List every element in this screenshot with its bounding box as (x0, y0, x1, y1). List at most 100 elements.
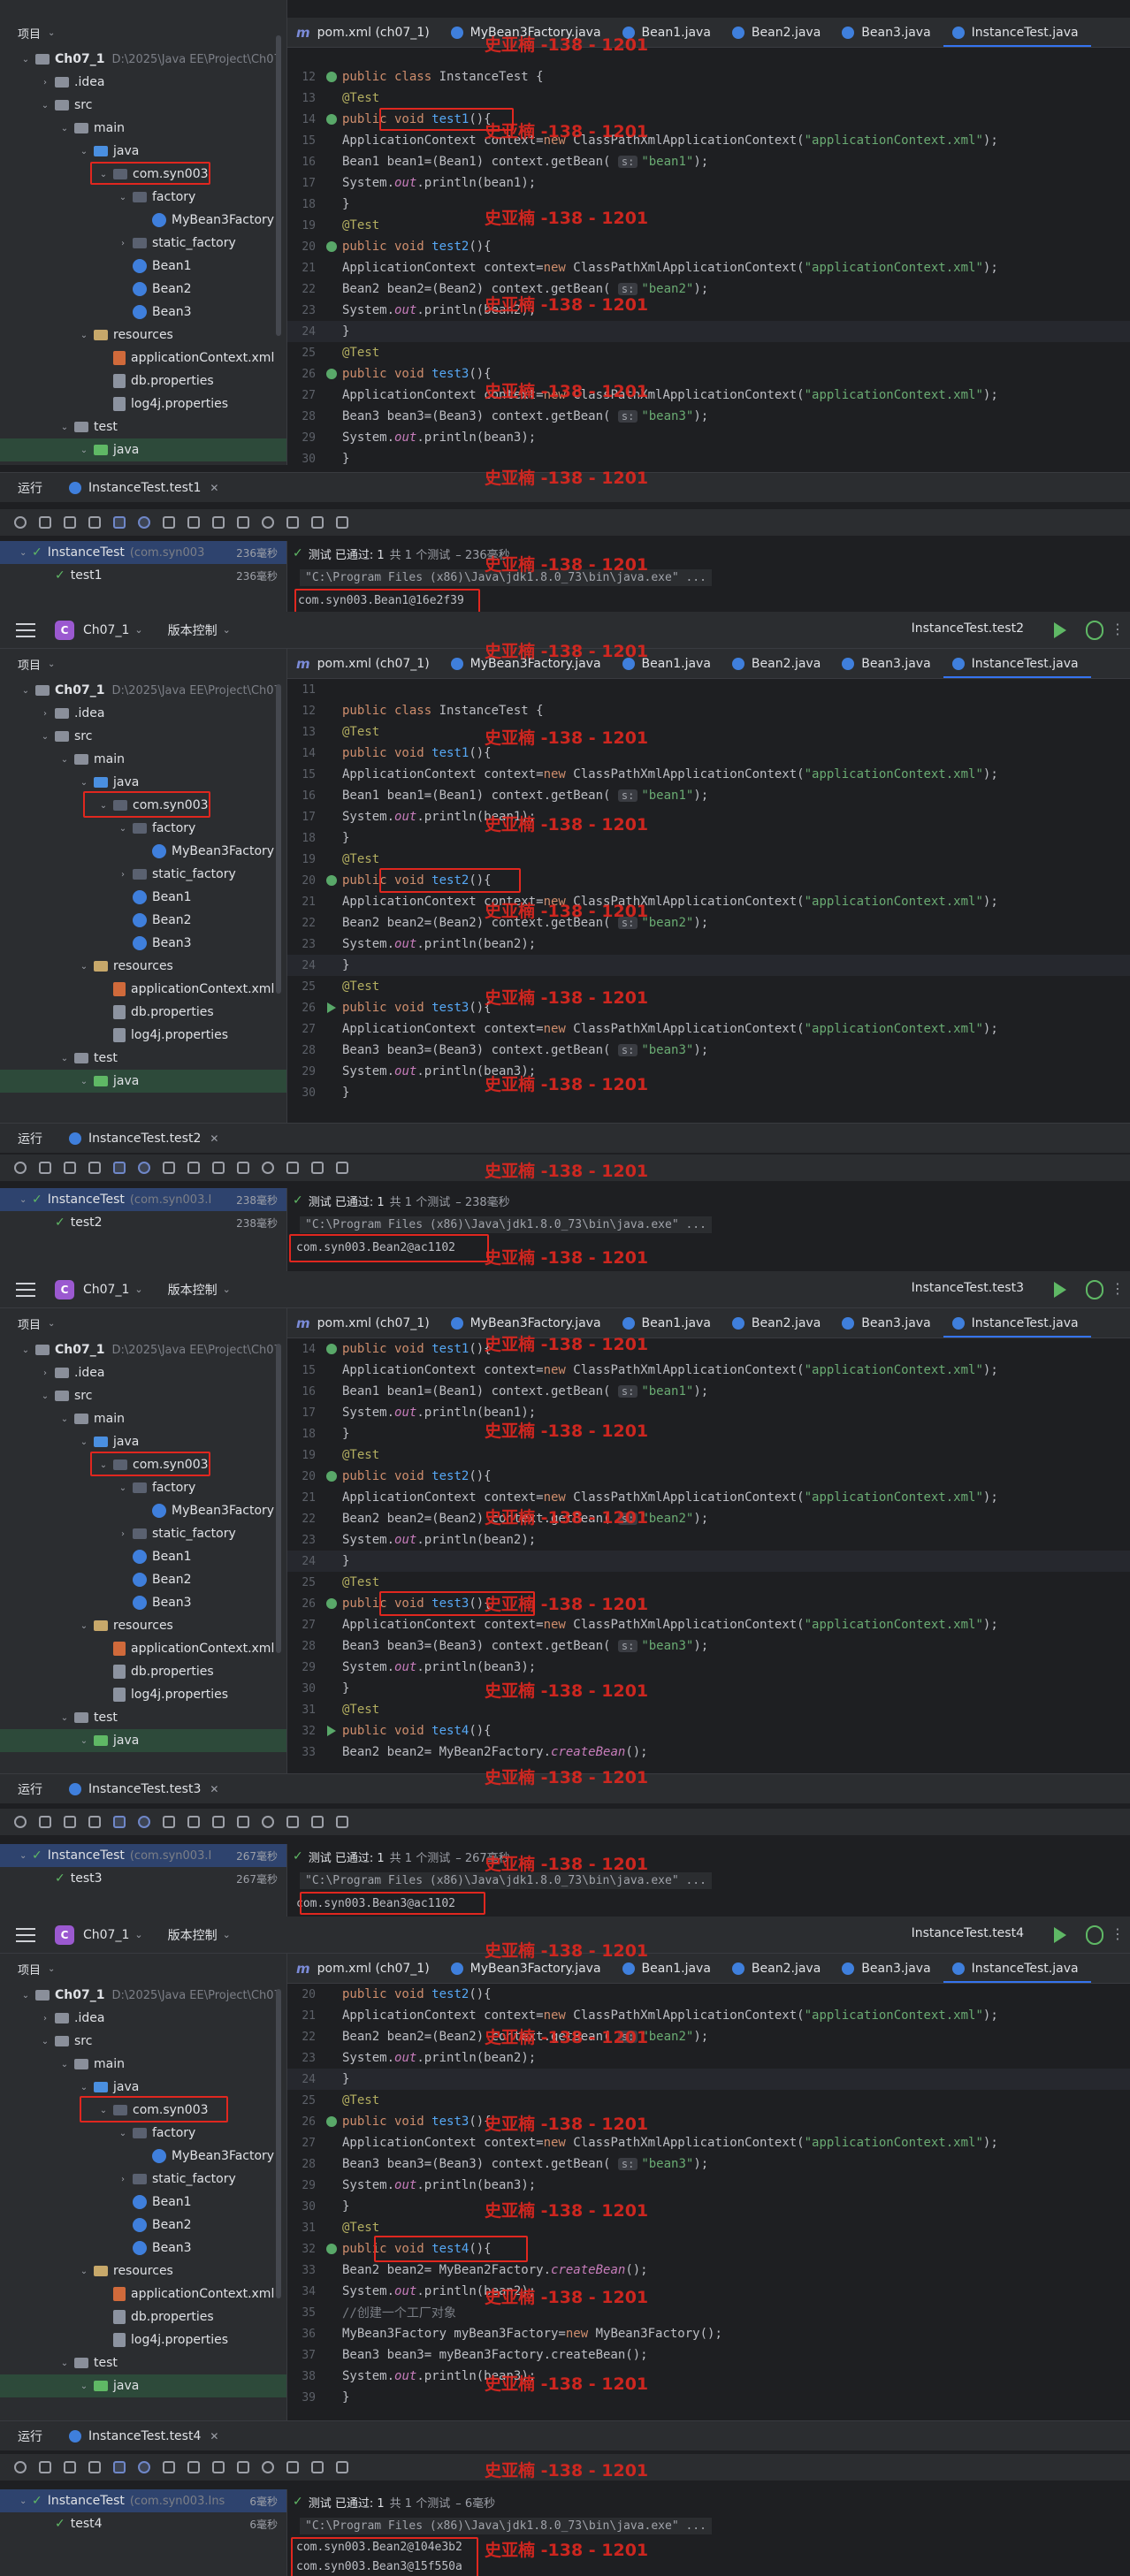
toggle-auto-test-icon[interactable] (64, 2461, 76, 2473)
run-test-gutter-icon[interactable] (327, 1002, 336, 1013)
show-ignored-icon[interactable] (138, 2461, 150, 2473)
tree-item-src[interactable]: ⌄ src (0, 1384, 286, 1407)
code-editor[interactable]: 12 public class InstanceTest { 13 @Test … (287, 66, 1130, 465)
project-panel-header[interactable]: 项目 ⌄ (0, 1308, 286, 1338)
collapse-all-icon[interactable] (237, 516, 249, 529)
tab-instancetest[interactable]: InstanceTest.java (943, 18, 1091, 47)
project-panel-header[interactable]: 项目 ⌄ (0, 649, 286, 679)
tree-item-appcontext[interactable]: applicationContext.xml (0, 2283, 286, 2305)
tree-item-factory[interactable]: ⌄ factory (0, 1476, 286, 1499)
tree-item-src[interactable]: ⌄ src (0, 2030, 286, 2053)
tree-item-java[interactable]: ⌄ java (0, 1430, 286, 1453)
tree-item-mybean3factory[interactable]: MyBean3Factory (0, 840, 286, 863)
tree-item-src[interactable]: ⌄ src (0, 94, 286, 117)
tree-item-static-factory[interactable]: › static_factory (0, 863, 286, 886)
tree-item-factory[interactable]: ⌄ factory (0, 2122, 286, 2145)
rerun-icon[interactable] (14, 1162, 27, 1174)
tab-pom[interactable]: m pom.xml (ch07_1) (287, 1308, 442, 1338)
history-icon[interactable] (286, 2461, 299, 2473)
tree-item-test-java[interactable]: ⌄ java (0, 1729, 286, 1752)
tree-item-package[interactable]: ⌄ com.syn003 (0, 162, 286, 186)
tree-item-resources[interactable]: ⌄ resources (0, 2260, 286, 2283)
show-passed-icon[interactable] (113, 1162, 126, 1174)
run-icon[interactable] (1054, 1282, 1066, 1298)
tab-bean2[interactable]: Bean2.java (723, 1308, 833, 1338)
run-tab[interactable]: InstanceTest.test3 ✕ (69, 1782, 218, 1796)
run-tab[interactable]: InstanceTest.test1 ✕ (69, 481, 218, 495)
scrollbar[interactable] (276, 35, 281, 336)
export-icon[interactable] (311, 1162, 324, 1174)
rerun-failed-icon[interactable] (39, 2461, 51, 2473)
console-output[interactable]: ✓ 测试 已通过: 1共 1 个测试 – 236毫秒 "C:\Program Fil… (287, 541, 1130, 612)
run-test-gutter-icon[interactable] (326, 875, 337, 886)
show-passed-icon[interactable] (113, 1816, 126, 1828)
toggle-auto-test-icon[interactable] (64, 516, 76, 529)
tree-item-src[interactable]: ⌄ src (0, 725, 286, 748)
tree-item-static-factory[interactable]: › static_factory (0, 232, 286, 255)
sort-icon[interactable] (163, 516, 175, 529)
tree-item-project[interactable]: ⌄ Ch07_1 D:\2025\Java EE\Project\Ch07 (0, 679, 286, 702)
more-vertical-icon[interactable]: ⋮ (1111, 621, 1125, 637)
tree-item-bean3[interactable]: Bean3 (0, 301, 286, 324)
sort-duration-icon[interactable] (187, 1816, 200, 1828)
tree-item-bean1[interactable]: Bean1 (0, 2191, 286, 2214)
run-test-gutter-icon[interactable] (326, 114, 337, 125)
tree-item-package[interactable]: ⌄ com.syn003 (0, 2096, 286, 2123)
stop-icon[interactable] (88, 2461, 101, 2473)
scrollbar[interactable] (276, 1344, 281, 1653)
run-test-gutter-icon[interactable] (326, 1344, 337, 1354)
tree-item-bean3[interactable]: Bean3 (0, 2237, 286, 2260)
console-output[interactable]: ✓ 测试 已通过: 1共 1 个测试 – 6毫秒 "C:\Program Files… (287, 2489, 1130, 2576)
export-icon[interactable] (311, 516, 324, 529)
tree-item-db-properties[interactable]: db.properties (0, 1660, 286, 1683)
test-class-row[interactable]: ⌄ ✓ InstanceTest (com.syn003 236毫秒 (0, 541, 286, 564)
run-icon[interactable] (1054, 622, 1066, 638)
tab-bean2[interactable]: Bean2.java (723, 18, 833, 47)
test-class-row[interactable]: ⌄ ✓ InstanceTest (com.syn003.I 267毫秒 (0, 1844, 286, 1867)
run-test-gutter-icon[interactable] (326, 241, 337, 252)
tree-item-static-factory[interactable]: › static_factory (0, 2168, 286, 2191)
tree-item-idea[interactable]: › .idea (0, 1361, 286, 1384)
tree-item-project[interactable]: ⌄ Ch07_1 D:\2025\Java EE\Project\Ch07 (0, 1338, 286, 1361)
scrollbar[interactable] (276, 1989, 281, 2298)
sort-icon[interactable] (163, 1162, 175, 1174)
more-vertical-icon[interactable]: ⋮ (1111, 1280, 1125, 1297)
tab-bean2[interactable]: Bean2.java (723, 1954, 833, 1983)
sort-duration-icon[interactable] (187, 516, 200, 529)
code-editor[interactable]: 14 public void test1(){ 15 ApplicationCo… (287, 1338, 1130, 1787)
rerun-icon[interactable] (14, 1816, 27, 1828)
vcs-menu[interactable]: 版本控制 (168, 1281, 218, 1299)
code-editor[interactable]: 11 12 public class InstanceTest { 13 @Te… (287, 679, 1130, 1135)
more-icon[interactable] (336, 516, 348, 529)
tab-instancetest[interactable]: InstanceTest.java (943, 1954, 1091, 1983)
export-icon[interactable] (311, 1816, 324, 1828)
project-name[interactable]: Ch07_1 (83, 1928, 129, 1942)
tree-item-resources[interactable]: ⌄ resources (0, 324, 286, 347)
tree-item-bean2[interactable]: Bean2 (0, 909, 286, 932)
tree-item-mybean3factory[interactable]: MyBean3Factory (0, 1499, 286, 1522)
tab-bean2[interactable]: Bean2.java (723, 649, 833, 678)
toggle-auto-test-icon[interactable] (64, 1162, 76, 1174)
console-output[interactable]: ✓ 测试 已通过: 1共 1 个测试 – 238毫秒 "C:\Program Fil… (287, 1188, 1130, 1271)
tree-item-idea[interactable]: › .idea (0, 71, 286, 94)
expand-all-icon[interactable] (212, 2461, 225, 2473)
tab-bean3[interactable]: Bean3.java (833, 1954, 943, 1983)
test-class-row[interactable]: ⌄ ✓ InstanceTest (com.syn003.I 238毫秒 (0, 1188, 286, 1211)
tree-item-db-properties[interactable]: db.properties (0, 2305, 286, 2328)
history-icon[interactable] (286, 1816, 299, 1828)
more-icon[interactable] (336, 2461, 348, 2473)
run-test-gutter-icon[interactable] (326, 369, 337, 379)
project-name[interactable]: Ch07_1 (83, 623, 129, 637)
tree-item-appcontext[interactable]: applicationContext.xml (0, 1637, 286, 1660)
vcs-menu[interactable]: 版本控制 (168, 1926, 218, 1944)
debug-icon[interactable] (1086, 1925, 1103, 1945)
run-icon[interactable] (1054, 1927, 1066, 1943)
run-test-gutter-icon[interactable] (326, 72, 337, 82)
tab-bean3[interactable]: Bean3.java (833, 649, 943, 678)
search-icon[interactable] (262, 516, 274, 529)
tree-item-appcontext[interactable]: applicationContext.xml (0, 978, 286, 1001)
close-icon[interactable]: ✕ (210, 482, 218, 494)
tree-item-bean2[interactable]: Bean2 (0, 278, 286, 301)
history-icon[interactable] (286, 1162, 299, 1174)
tree-item-main[interactable]: ⌄ main (0, 117, 286, 140)
